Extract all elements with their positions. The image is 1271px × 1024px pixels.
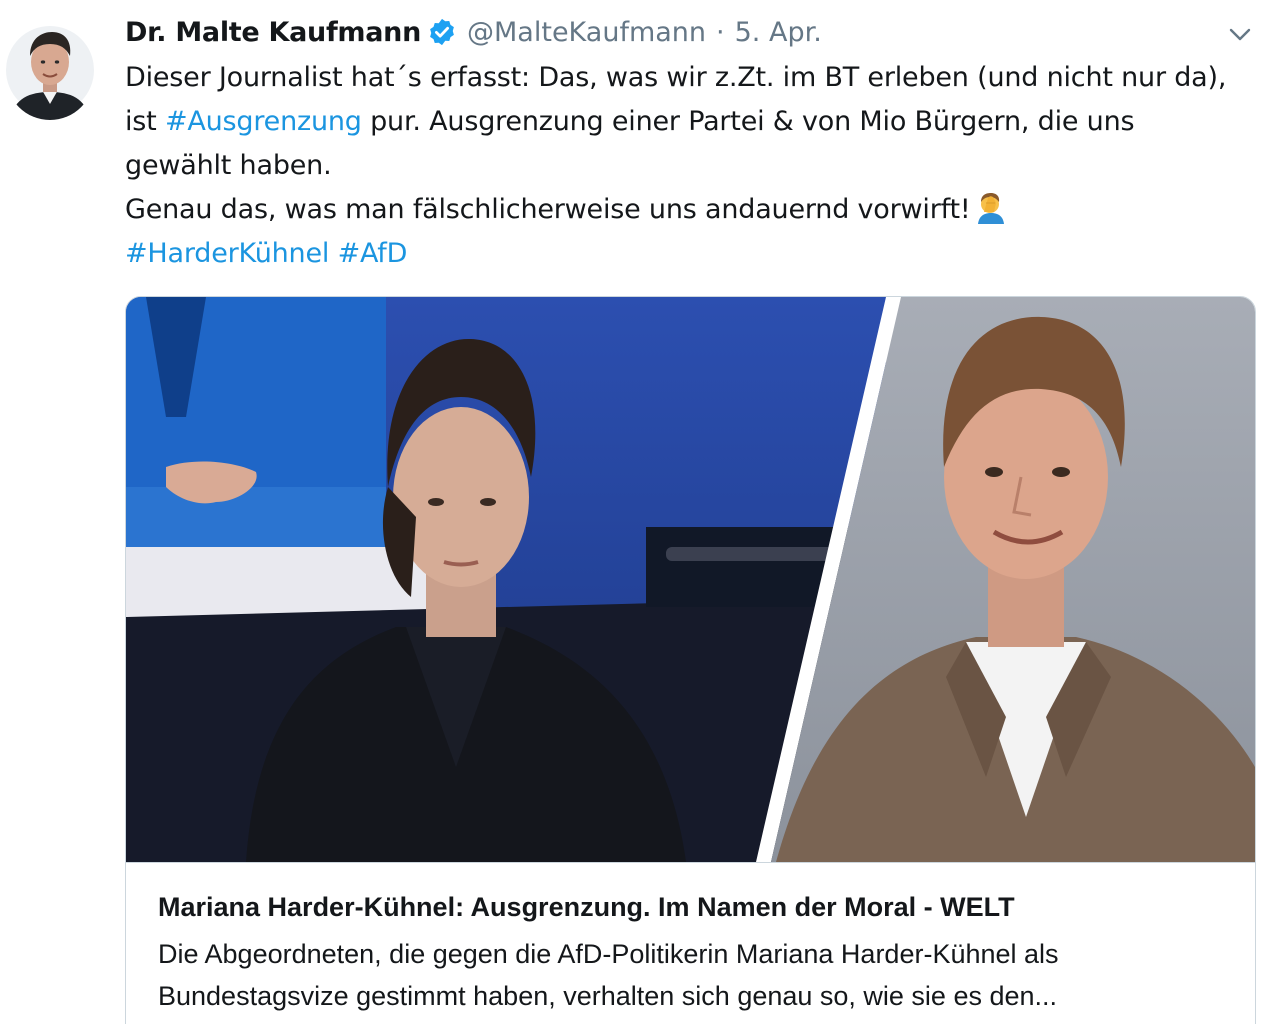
tweet-text-line: Dieser Journalist hat´s erfasst: Das, wa… (125, 62, 1227, 93)
card-title[interactable]: Mariana Harder-Kühnel: Ausgrenzung. Im N… (158, 889, 1223, 925)
facepalm-emoji-icon (974, 190, 1008, 224)
tweet-text-segment: Genau das, was man fälschlicherweise uns… (125, 194, 971, 225)
tweet-text-line: gewählt haben. (125, 150, 332, 181)
article-photo[interactable] (126, 297, 1255, 862)
hashtag-ausgrenzung[interactable]: #Ausgrenzung (165, 106, 362, 137)
chevron-down-icon[interactable] (1226, 20, 1254, 48)
hashtag-harderkuehnel[interactable]: #HarderKühnel (125, 238, 329, 269)
card-description: Die Abgeordneten, die gegen die AfD-Poli… (158, 933, 1223, 1017)
tweet-text-line: #HarderKühnel #AfD (125, 232, 1250, 276)
avatar[interactable] (6, 20, 94, 120)
link-card[interactable]: Mariana Harder-Kühnel: Ausgrenzung. Im N… (125, 296, 1256, 1024)
tweet[interactable]: Dr. Malte Kaufmann @MalteKaufmann · 5. A… (0, 0, 1271, 1024)
tweet-text-line: Genau das, was man fälschlicherweise uns… (125, 188, 1250, 232)
tweet-text-line: ist #Ausgrenzung pur. Ausgrenzung einer … (125, 100, 1250, 144)
tweet-header: Dr. Malte Kaufmann @MalteKaufmann · 5. A… (125, 10, 822, 54)
header-separator: · (716, 16, 725, 48)
avatar-photo (6, 20, 94, 120)
handle[interactable]: @MalteKaufmann (467, 17, 706, 48)
card-description-line: Die Abgeordneten, die gegen die AfD-Poli… (158, 939, 1059, 969)
tweet-text-segment: pur. Ausgrenzung einer Partei & von Mio … (361, 106, 1135, 137)
hashtag-afd[interactable]: #AfD (338, 238, 408, 269)
tweet-date[interactable]: 5. Apr. (735, 17, 822, 48)
tweet-text: Dieser Journalist hat´s erfasst: Das, wa… (125, 56, 1250, 276)
card-body[interactable]: Mariana Harder-Kühnel: Ausgrenzung. Im N… (126, 862, 1255, 1024)
tweet-text-segment: ist (125, 106, 165, 137)
card-description-line: Bundestagsvize gestimmt haben, verhalten… (158, 981, 1058, 1011)
display-name[interactable]: Dr. Malte Kaufmann (125, 17, 421, 48)
verified-badge-icon (427, 17, 457, 47)
